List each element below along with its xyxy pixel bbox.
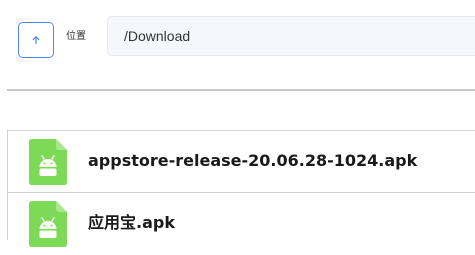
file-row[interactable]: 应用宝.apk (8, 193, 475, 255)
file-row[interactable]: appstore-release-20.06.28-1024.apk (8, 131, 475, 193)
file-name: 应用宝.apk (88, 213, 175, 232)
android-apk-file-icon (29, 139, 67, 185)
path-input[interactable] (107, 16, 475, 56)
file-list: appstore-release-20.06.28-1024.apk 应用宝.a… (7, 130, 475, 247)
arrow-up-icon (32, 36, 40, 45)
divider (7, 89, 475, 91)
android-apk-file-icon (29, 201, 67, 247)
location-label: 位置 (66, 31, 86, 42)
file-name: appstore-release-20.06.28-1024.apk (88, 151, 418, 170)
parent-directory-button[interactable] (18, 22, 54, 58)
